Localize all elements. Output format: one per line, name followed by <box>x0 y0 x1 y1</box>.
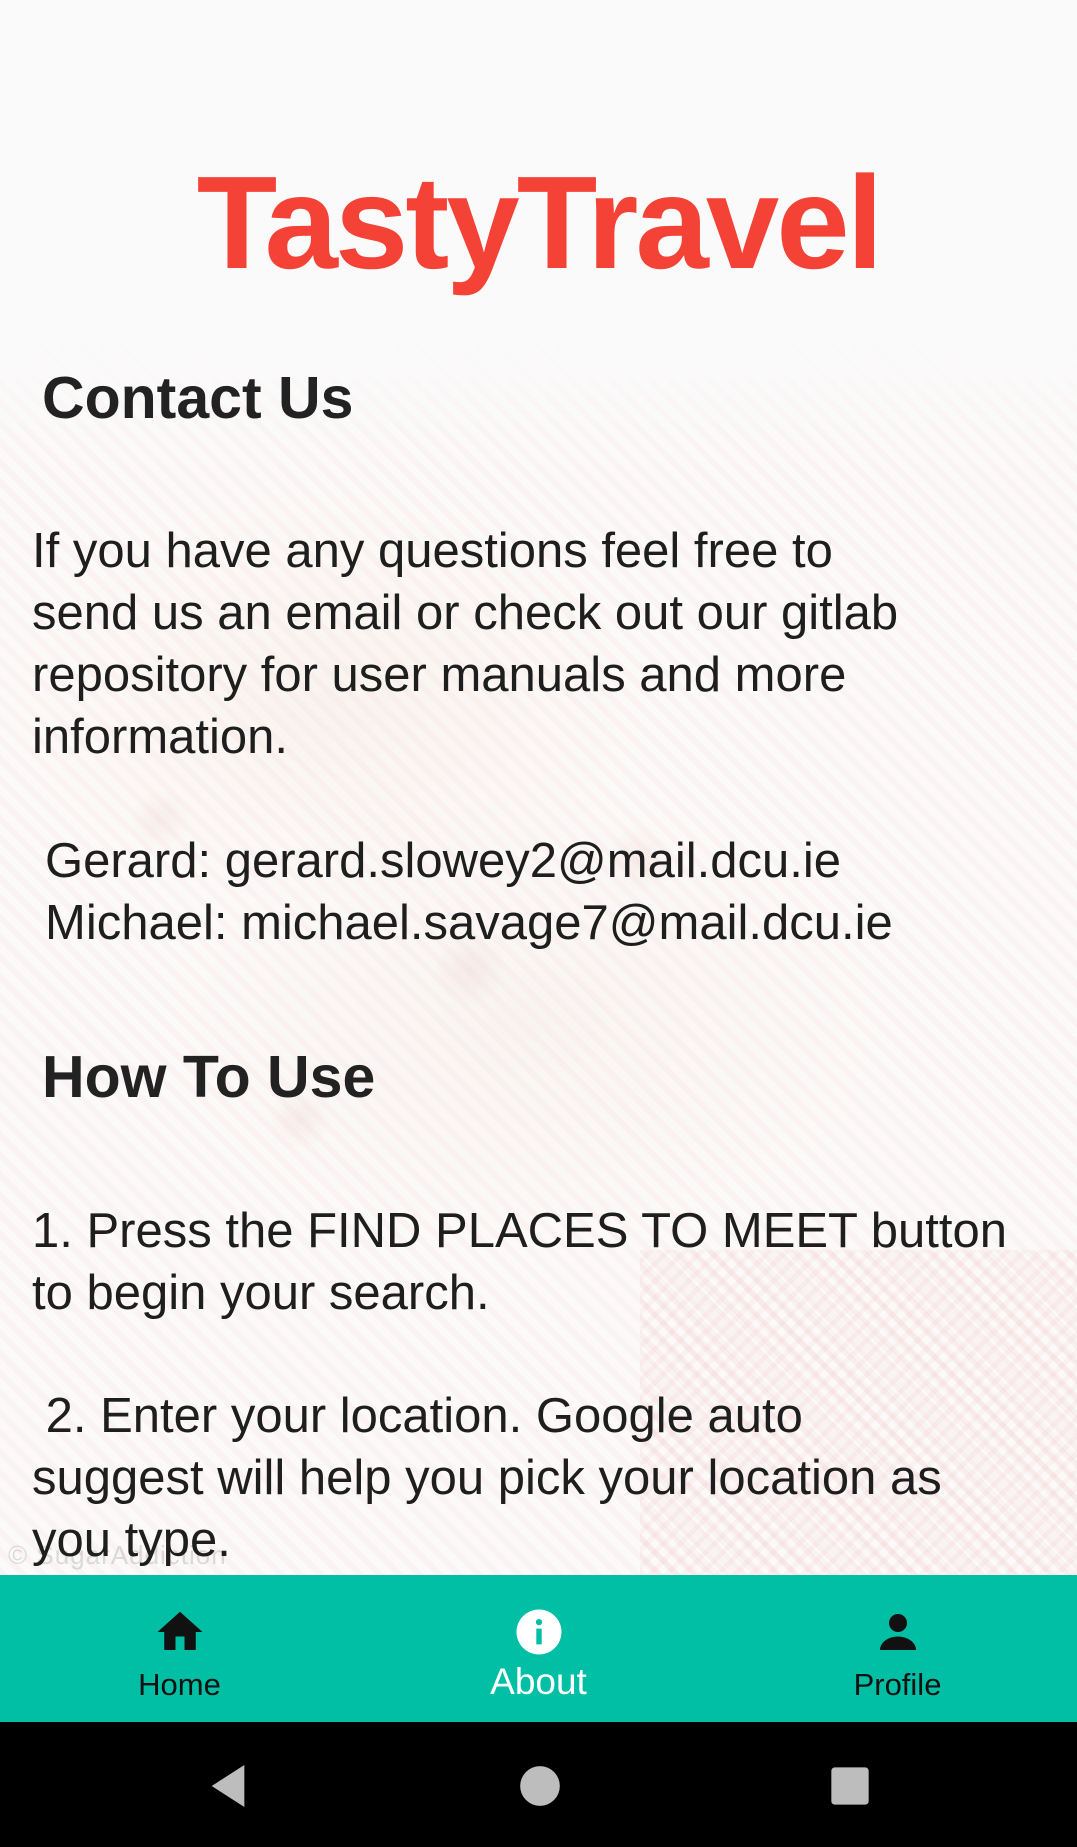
email-michael: Michael: michael.savage7@mail.dcu.ie <box>45 896 893 950</box>
recents-icon[interactable] <box>822 1758 878 1814</box>
contact-paragraph-line: information. <box>32 710 289 764</box>
contact-heading: Contact Us <box>42 365 354 431</box>
step-2-line: suggest will help you pick your location… <box>32 1451 942 1505</box>
step-1-text: 1. Press the FIND PLACES TO MEET button … <box>32 1200 1052 1324</box>
screen: © SugarAddiction TastyTravel Contact Us … <box>0 0 1077 1847</box>
step-1-line: 1. Press the FIND PLACES TO MEET button <box>32 1204 1007 1258</box>
nav-item-home[interactable]: Home <box>0 1575 359 1722</box>
about-content[interactable]: TastyTravel Contact Us If you have any q… <box>0 0 1077 1575</box>
contact-paragraph-line: If you have any questions feel free to <box>32 524 833 578</box>
bottom-navigation: Home About Profile <box>0 1575 1077 1722</box>
nav-label-home: Home <box>138 1667 221 1702</box>
contact-paragraph: If you have any questions feel free to s… <box>32 520 1052 768</box>
system-navigation-bar <box>0 1722 1077 1847</box>
email-gerard: Gerard: gerard.slowey2@mail.dcu.ie <box>45 834 841 888</box>
home-icon <box>157 1611 202 1650</box>
step-2-line: you type. <box>32 1513 231 1567</box>
app-title: TastyTravel <box>196 149 884 296</box>
back-icon[interactable] <box>200 1758 256 1814</box>
nav-item-about[interactable]: About <box>359 1575 718 1722</box>
info-icon <box>516 1609 561 1655</box>
contact-paragraph-line: repository for user manuals and more <box>32 648 847 702</box>
step-2-text: 2. Enter your location. Google auto sugg… <box>32 1385 1052 1571</box>
home-circle-icon[interactable] <box>512 1758 568 1814</box>
nav-label-profile: Profile <box>853 1667 942 1702</box>
contact-emails: Gerard: gerard.slowey2@mail.dcu.ie Micha… <box>45 830 1065 954</box>
person-icon <box>879 1614 916 1650</box>
how-to-use-heading: How To Use <box>42 1044 376 1110</box>
nav-item-profile[interactable]: Profile <box>718 1575 1077 1722</box>
step-2-line: 2. Enter your location. Google auto <box>32 1389 803 1443</box>
nav-label-about: About <box>490 1661 587 1702</box>
contact-paragraph-line: send us an email or check out our gitlab <box>32 586 899 640</box>
step-1-line: to begin your search. <box>32 1266 490 1320</box>
